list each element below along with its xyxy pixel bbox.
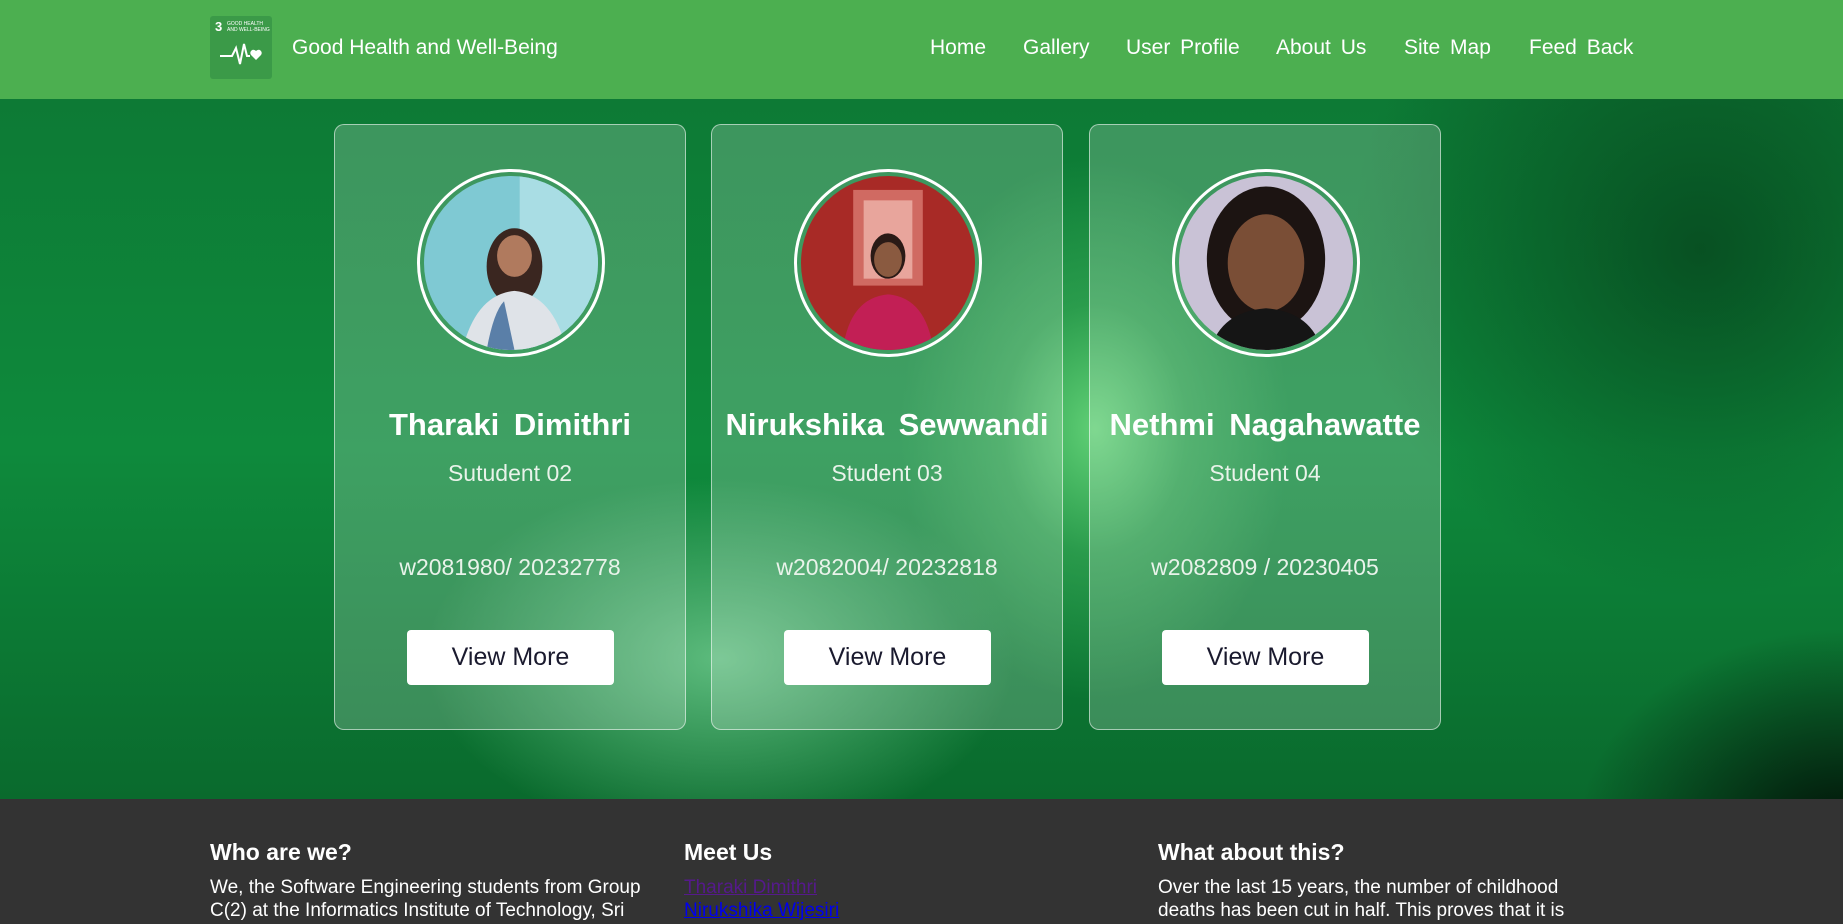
student-id: w2082809 / 20230405 [1151,554,1379,580]
footer-what-text: Over the last 15 years, the number of ch… [1158,877,1565,921]
student-name: Nirukshika Sewwandi [725,407,1049,442]
footer-what-heading: What about this? [1158,839,1345,865]
student-card: Nirukshika Sewwandi Student 03 w2082004/… [711,124,1063,730]
view-more-button[interactable]: View More [1162,630,1369,685]
student-name: Nethmi Nagahawatte [1109,407,1421,442]
meet-link-tharaki[interactable]: Tharaki Dimithri [684,876,1144,899]
footer-who-heading: Who are we? [210,839,352,865]
nav-gallery[interactable]: Gallery [1023,36,1090,60]
avatar [1172,169,1360,357]
logo-number: 3 [215,19,222,34]
view-more-button[interactable]: View More [407,630,614,685]
student-role: Sutudent 02 [447,460,573,486]
footer-who-section: Who are we? We, the Software Engineering… [210,839,670,922]
footer-meet-section: Meet Us Tharaki Dimithri Nirukshika Wije… [684,839,1144,922]
student-id: w2081980/ 20232778 [399,554,621,580]
avatar [417,169,605,357]
avatar [794,169,982,357]
student-role: Student 04 [1209,460,1321,486]
student-photo [424,176,598,350]
nav-user-profile[interactable]: User Profile [1126,36,1240,60]
nav-home[interactable]: Home [930,36,986,60]
student-id: w2082004/ 20232818 [776,554,998,580]
nav-feed-back[interactable]: Feed Back [1529,36,1633,60]
student-photo [801,176,975,350]
student-role: Student 03 [831,460,943,486]
logo-text-line2: AND WELL-BEING [227,27,270,33]
meet-link-nirukshika[interactable]: Nirukshika Wijesiri [684,899,1144,922]
student-photo [1179,176,1353,350]
view-more-button[interactable]: View More [784,630,991,685]
student-card: Nethmi Nagahawatte Student 04 w2082809 /… [1089,124,1441,730]
main-nav: Home Gallery User Profile About Us Site … [0,36,1843,64]
footer-meet-heading: Meet Us [684,839,773,865]
footer-who-text: We, the Software Engineering students fr… [210,877,641,921]
footer: Who are we? We, the Software Engineering… [0,799,1843,924]
top-navbar: 3 GOOD HEALTH AND WELL-BEING Good Health… [0,0,1843,99]
nav-about-us[interactable]: About Us [1276,36,1366,60]
student-card: Tharaki Dimithri Sutudent 02 w2081980/ 2… [334,124,686,730]
student-name: Tharaki Dimithri [389,407,631,442]
footer-what-section: What about this? Over the last 15 years,… [1158,839,1608,922]
nav-site-map[interactable]: Site Map [1404,36,1491,60]
